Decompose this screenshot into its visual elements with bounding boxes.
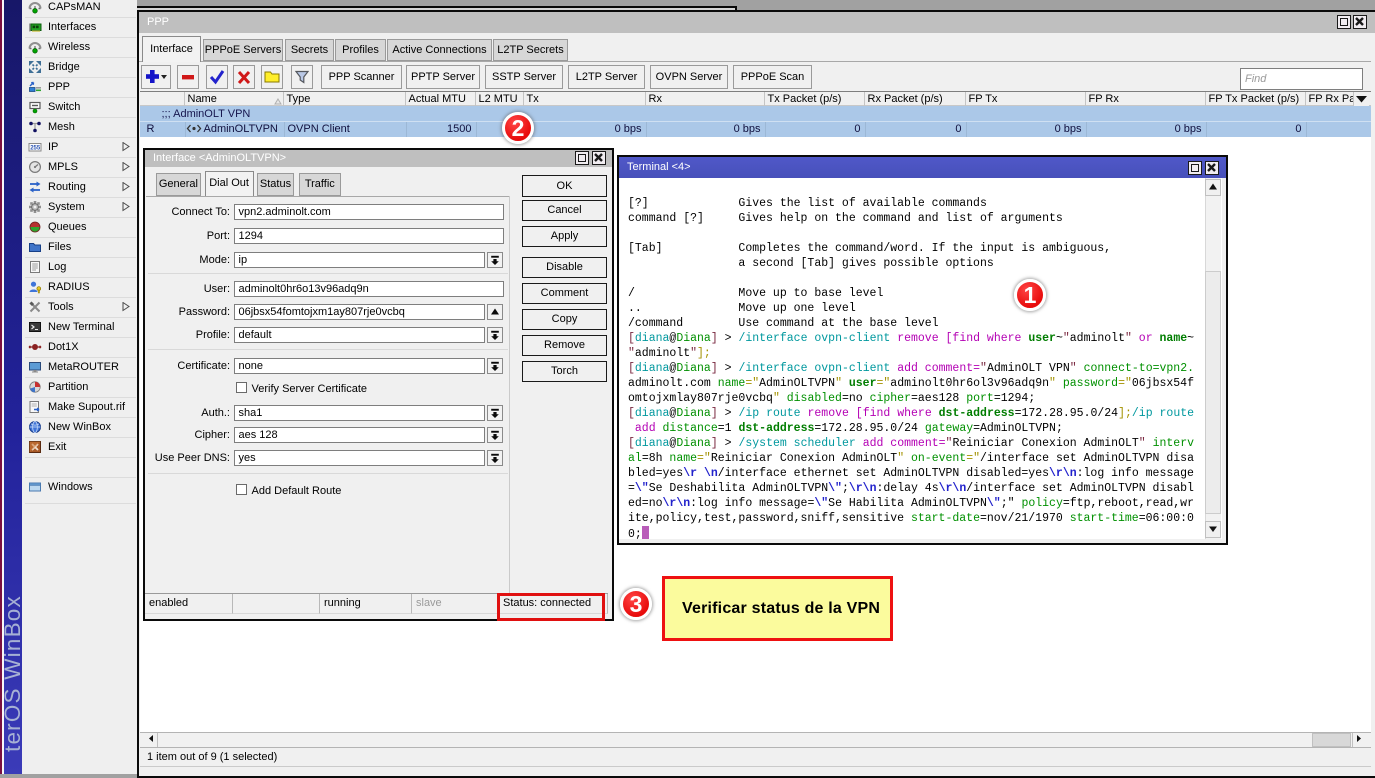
svg-text:255: 255 [30, 146, 41, 152]
